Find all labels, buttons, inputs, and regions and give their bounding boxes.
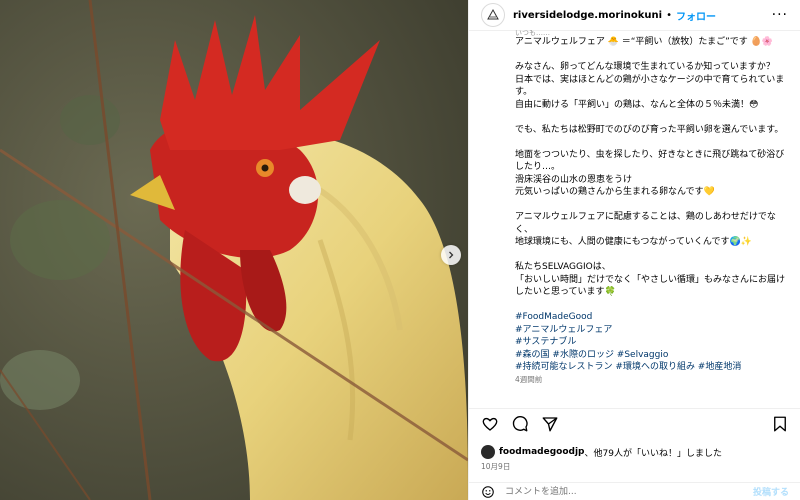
post-image [0,0,468,500]
emoji-icon[interactable] [481,485,495,499]
liker-avatar[interactable] [481,445,495,459]
bookmark-icon[interactable] [771,415,789,433]
caption-line: でも、私たちは松野町でのびのび育った平飼い卵を選んでいます。 [515,124,784,135]
separator-dot: • [666,9,672,21]
caption-line: 自由に動ける「平飼い」の鶏は、なんと全体の５％未満！😳 [515,99,759,110]
profile-avatar[interactable] [481,3,505,27]
post-side-panel: riversidelodge.morinokuni • フォロー ··· いつも… [468,0,800,500]
post-actions [469,408,800,438]
caption-title-line: アニマルウェルフェア 🐣 ＝“平飼い（放牧）たまご”です 🥚🌸 [515,37,774,47]
share-send-icon[interactable] [541,415,559,433]
caption-line: 地球環境にも、人間の健康にもつながっていくんです🌍✨ [515,237,752,247]
caption-line: みなさん、卵ってどんな環境で生まれているか知っていますか？ [515,62,775,72]
like-heart-icon[interactable] [481,415,499,433]
post-header: riversidelodge.morinokuni • フォロー ··· [469,0,800,31]
hashtag-link[interactable]: #アニマルウェルフェア [515,324,787,337]
caption-line: 私たちSELVAGGIOは、 [515,262,611,272]
liker-username[interactable]: foodmadegoodjp [499,447,585,457]
comment-bar: 投稿する [469,482,800,500]
likes-summary: foodmadegoodjp 、他79人が「いいね！」しました [481,445,722,459]
hashtag-link[interactable]: #持続可能なレストラン #環境への取り組み #地産地消 [515,361,787,374]
post-caption: いつも…… アニマルウェルフェア 🐣 ＝“平飼い（放牧）たまご”です 🥚🌸 みな… [469,30,800,386]
next-image-button[interactable] [441,245,461,265]
hashtag-link[interactable]: #FoodMadeGood [515,311,787,324]
caption-timestamp: 4週間前 [515,374,543,384]
username-link[interactable]: riversidelodge.morinokuni [513,10,662,21]
comment-icon[interactable] [511,415,529,433]
post-view: riversidelodge.morinokuni • フォロー ··· いつも… [0,0,800,500]
more-options-button[interactable]: ··· [772,7,788,23]
caption-line: アニマルウェルフェアに配慮することは、鶏のしあわせだけでなく、 [515,212,776,235]
follow-button[interactable]: フォロー [676,8,716,23]
caption-line: 滑床渓谷の山水の恩恵をうけ [515,174,633,185]
post-comment-button[interactable]: 投稿する [753,485,789,498]
post-date: 10月9日 [481,462,511,471]
likes-text[interactable]: 、他79人が「いいね！」しました [585,446,722,459]
caption-line: 「おいしい時間」だけでなく「やさしい循環」もみなさんにお届けしたいと思っています… [515,274,786,298]
hashtag-link[interactable]: #森の国 #水際のロッジ #Selvaggio [515,349,787,362]
lodge-logo-icon [487,8,499,20]
caption-line: 元気いっぱいの鶏さんから生まれる卵なんです💛 [515,187,715,197]
comment-input[interactable] [503,485,753,498]
chevron-right-icon [449,251,454,259]
caption-line: 地面をつついたり、虫を探したり、好きなときに飛び跳ねて砂浴びしたり…。 [515,149,785,173]
hashtag-link[interactable]: #サステナブル [515,336,787,349]
caption-line: 日本では、実はほとんどの鶏が小さなケージの中で育てられています。 [515,74,785,98]
rooster-photo [0,0,468,500]
